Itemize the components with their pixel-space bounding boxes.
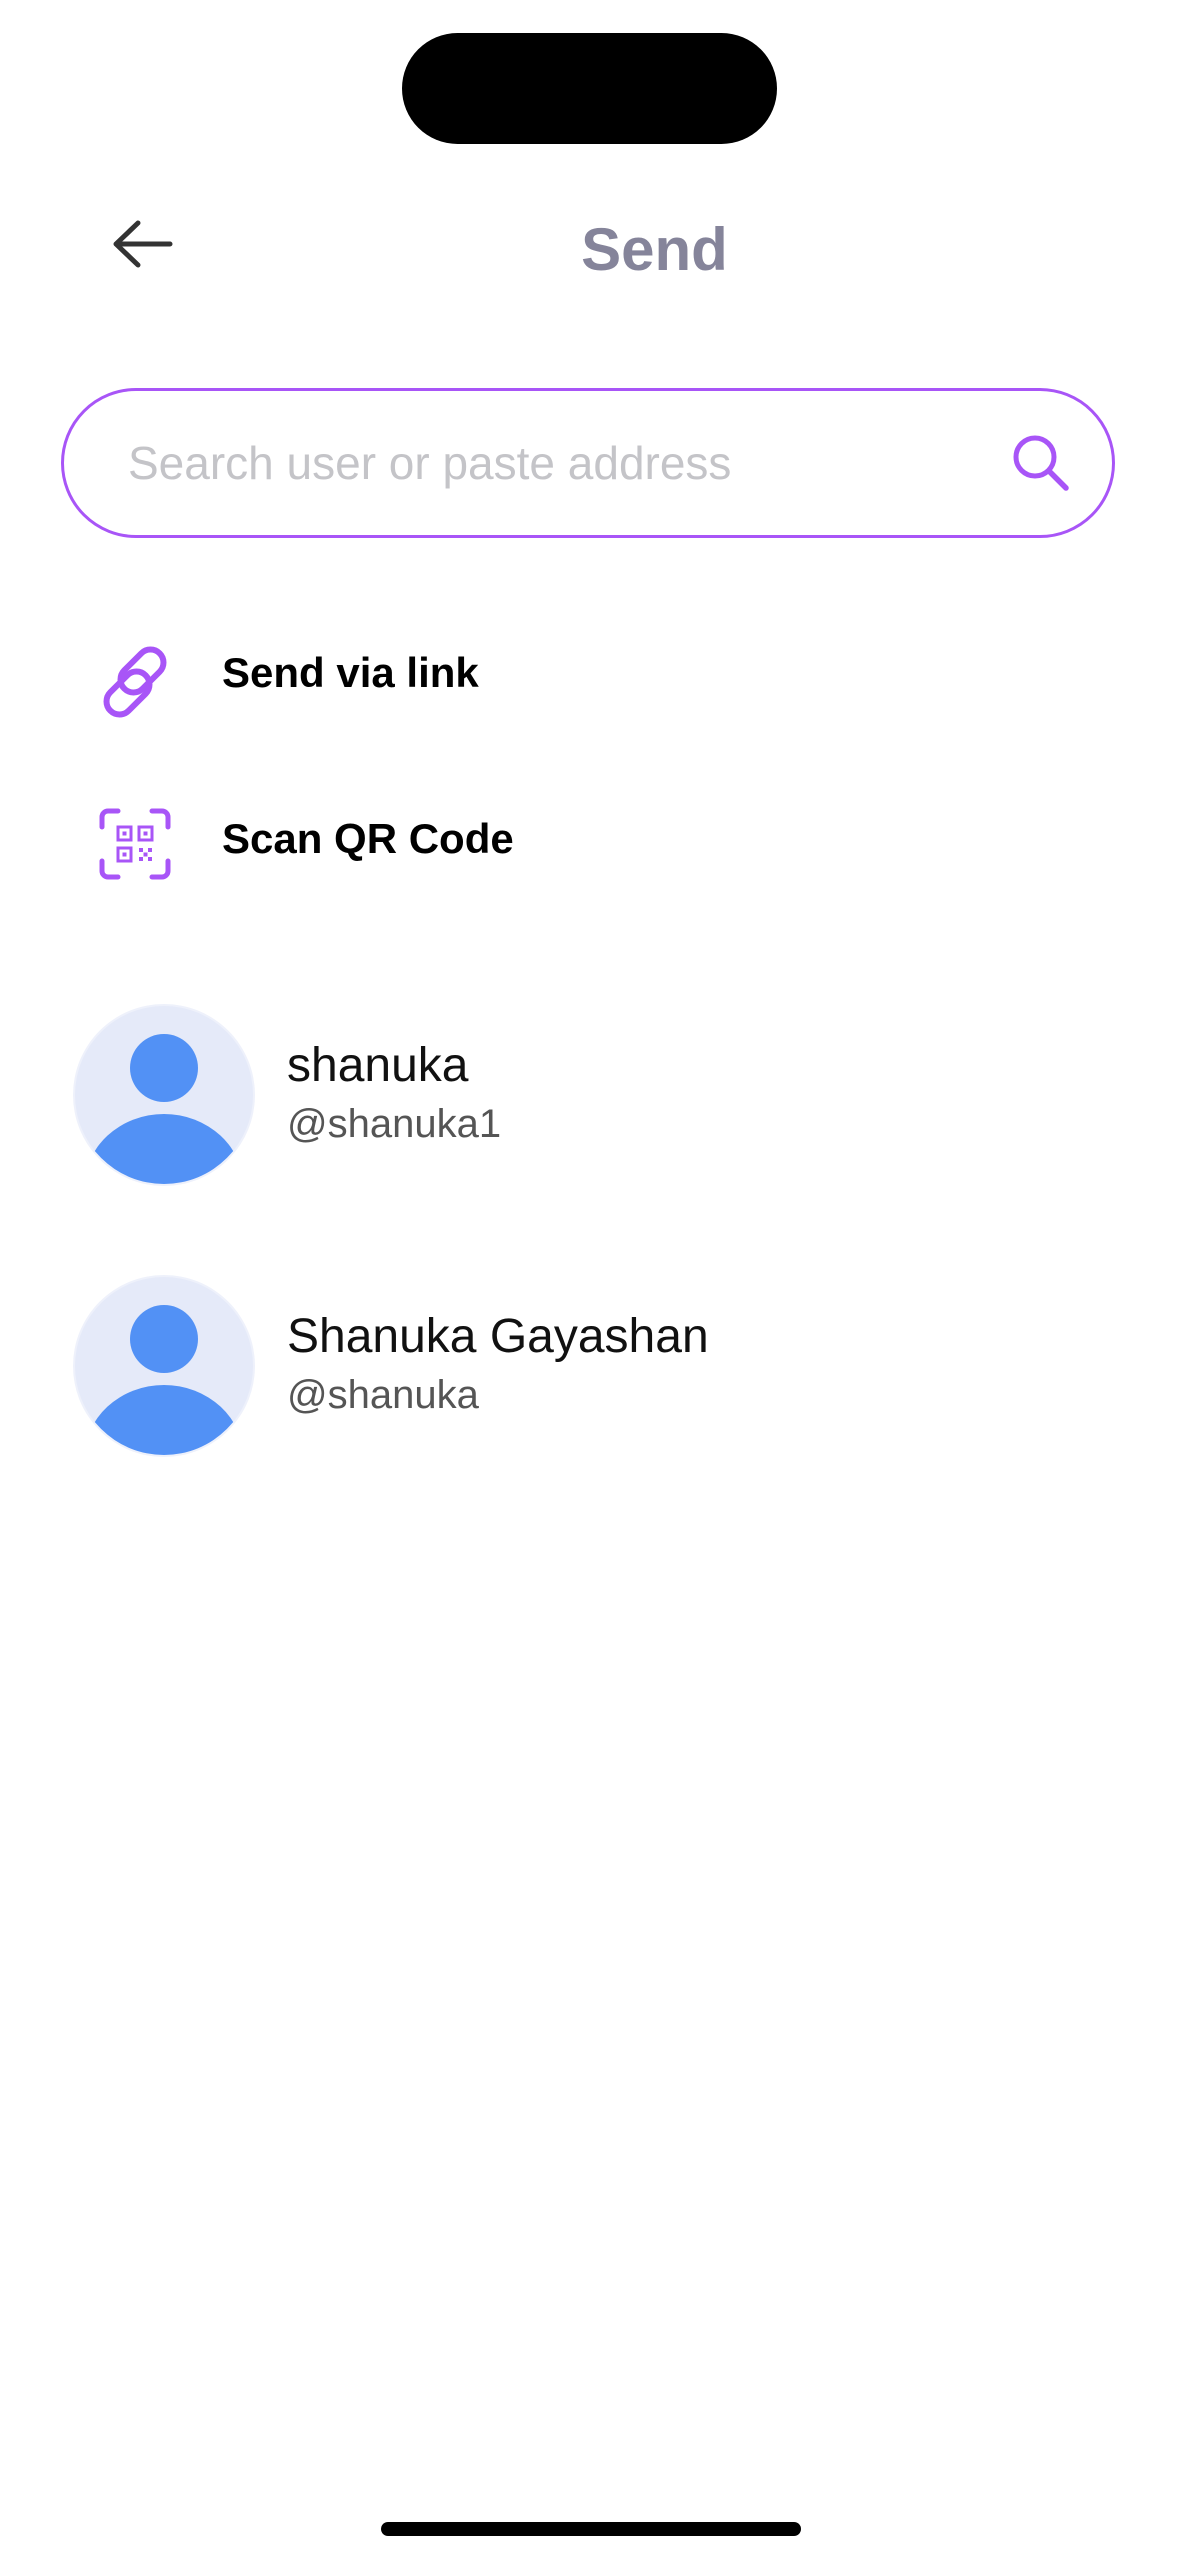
scan-qr-code-label: Scan QR Code <box>222 815 514 862</box>
page-title: Send <box>581 216 728 283</box>
avatar <box>75 1006 253 1184</box>
qr-code-icon <box>90 799 180 889</box>
send-via-link-label: Send via link <box>222 649 479 696</box>
contact-handle: @shanuka1 <box>287 1102 502 1146</box>
contact-list-item[interactable]: Shanuka Gayashan @shanuka <box>75 1277 1115 1457</box>
contact-name: Shanuka Gayashan <box>287 1310 709 1363</box>
scan-qr-code-button[interactable]: Scan QR Code <box>90 799 514 889</box>
send-screen: Send Send via link <box>0 0 1179 2556</box>
search-icon[interactable] <box>1006 428 1076 498</box>
search-input[interactable] <box>126 422 1006 504</box>
home-indicator[interactable] <box>381 2522 801 2536</box>
avatar <box>75 1277 253 1455</box>
link-icon <box>90 637 180 727</box>
contact-handle: @shanuka <box>287 1373 479 1417</box>
contact-list-item[interactable]: shanuka @shanuka1 <box>75 1006 1115 1186</box>
contact-name: shanuka <box>287 1039 469 1092</box>
send-via-link-button[interactable]: Send via link <box>90 637 479 727</box>
search-bar[interactable] <box>61 388 1115 538</box>
dynamic-island <box>402 33 777 144</box>
